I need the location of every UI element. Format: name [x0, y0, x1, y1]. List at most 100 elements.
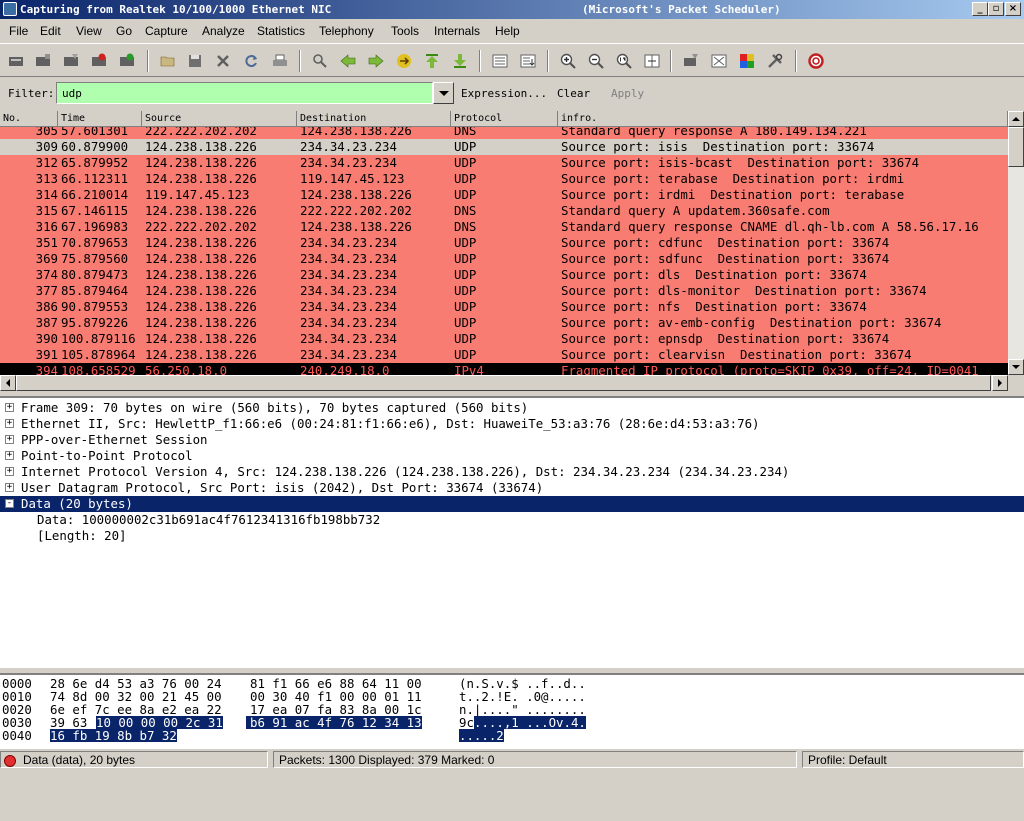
packet-list-horizontal-scrollbar[interactable]	[0, 375, 1008, 391]
colorize-icon[interactable]	[490, 51, 510, 71]
start-capture-icon[interactable]	[61, 51, 81, 71]
go-back-icon[interactable]	[338, 51, 358, 71]
menu-go[interactable]: Go	[116, 24, 132, 38]
zoom-out-icon[interactable]	[586, 51, 606, 71]
capture-filters-icon[interactable]	[681, 51, 701, 71]
packet-row[interactable]: 387 95.879226 124.238.138.226 234.34.23.234…	[0, 315, 1008, 331]
column-header-destination[interactable]: Destination	[297, 111, 451, 127]
minimize-button[interactable]: _	[972, 2, 988, 16]
wireshark-app-icon	[3, 2, 17, 16]
menu-capture[interactable]: Capture	[145, 24, 188, 38]
go-to-packet-icon[interactable]	[394, 51, 414, 71]
close-button[interactable]: ×	[1005, 2, 1021, 16]
packet-row[interactable]: 394 108.658529 56.250.18.0 240.249.18.0 IPv4…	[0, 363, 1008, 375]
menu-file[interactable]: File	[9, 24, 28, 38]
horizontal-scroll-thumb[interactable]	[16, 375, 991, 391]
menu-analyze[interactable]: Analyze	[202, 24, 245, 38]
capture-options-icon[interactable]	[33, 51, 53, 71]
expand-icon[interactable]: +	[5, 451, 14, 460]
packet-row[interactable]: 305 57.601301 222.222.202.202 124.238.138.2…	[0, 127, 1008, 139]
go-first-icon[interactable]	[422, 51, 442, 71]
detail-tree-node[interactable]: + Ethernet II, Src: HewlettP_f1:66:e6 (00…	[0, 416, 1024, 432]
expand-icon[interactable]: +	[5, 483, 14, 492]
go-last-icon[interactable]	[450, 51, 470, 71]
restart-capture-icon[interactable]	[117, 51, 137, 71]
menu-telephony[interactable]: Telephony	[319, 24, 374, 38]
menu-help[interactable]: Help	[495, 24, 520, 38]
scroll-right-button[interactable]	[992, 375, 1008, 391]
column-header-protocol[interactable]: Protocol	[451, 111, 558, 127]
help-icon[interactable]	[806, 51, 826, 71]
preferences-icon[interactable]	[765, 51, 785, 71]
expand-icon[interactable]: +	[5, 467, 14, 476]
menu-view[interactable]: View	[76, 24, 102, 38]
column-header-source[interactable]: Source	[142, 111, 297, 127]
detail-tree-node[interactable]: + PPP-over-Ethernet Session	[0, 432, 1024, 448]
detail-field[interactable]: Data: 100000002c31b691ac4f7612341316fb19…	[0, 512, 1024, 528]
scroll-down-button[interactable]	[1008, 359, 1024, 375]
packet-row[interactable]: 369 75.879560 124.238.138.226 234.34.23.234…	[0, 251, 1008, 267]
detail-tree-node[interactable]: + User Datagram Protocol, Src Port: isis …	[0, 480, 1024, 496]
packet-row[interactable]: 351 70.879653 124.238.138.226 234.34.23.234…	[0, 235, 1008, 251]
zoom-in-icon[interactable]	[558, 51, 578, 71]
save-file-icon[interactable]	[185, 51, 205, 71]
expert-info-icon[interactable]	[4, 755, 16, 767]
open-file-icon[interactable]	[158, 51, 178, 71]
print-icon[interactable]	[270, 51, 290, 71]
go-forward-icon[interactable]	[366, 51, 386, 71]
packet-row[interactable]: 391 105.878964 124.238.138.226 234.34.23.23…	[0, 347, 1008, 363]
expand-icon[interactable]: +	[5, 403, 14, 412]
packet-protocol: DNS	[454, 127, 477, 138]
interface-list-icon[interactable]	[6, 51, 26, 71]
packet-source: 124.238.138.226	[145, 347, 257, 362]
packet-list-vertical-scrollbar[interactable]	[1008, 111, 1024, 375]
find-packet-icon[interactable]	[310, 51, 330, 71]
menu-edit[interactable]: Edit	[40, 24, 61, 38]
resize-columns-icon[interactable]	[642, 51, 662, 71]
hex-row[interactable]: 0040 16 fb 19 8b b7 32 .....2	[0, 729, 1024, 742]
packet-row[interactable]: 312 65.879952 124.238.138.226 234.34.23.234…	[0, 155, 1008, 171]
scroll-up-button[interactable]	[1008, 111, 1024, 127]
expand-icon[interactable]: +	[5, 435, 14, 444]
menu-tools[interactable]: Tools	[391, 24, 419, 38]
column-header-time[interactable]: Time	[58, 111, 142, 127]
filter-input[interactable]: udp	[56, 82, 433, 104]
maximize-button[interactable]: ▫	[988, 2, 1004, 16]
packet-row[interactable]: 315 67.146115 124.238.138.226 222.222.202.2…	[0, 203, 1008, 219]
packet-row[interactable]: 316 67.196983 222.222.202.202 124.238.138.2…	[0, 219, 1008, 235]
collapse-icon[interactable]: -	[5, 499, 14, 508]
packet-row[interactable]: 314 66.210014 119.147.45.123 124.238.138.22…	[0, 187, 1008, 203]
packet-no: 390	[35, 331, 58, 346]
scroll-left-button[interactable]	[0, 375, 16, 391]
display-filters-icon[interactable]	[709, 51, 729, 71]
packet-no: 391	[35, 347, 58, 362]
packet-row[interactable]: 377 85.879464 124.238.138.226 234.34.23.234…	[0, 283, 1008, 299]
detail-tree-node[interactable]: + Point-to-Point Protocol	[0, 448, 1024, 464]
packet-row[interactable]: 390 100.879116 124.238.138.226 234.34.23.23…	[0, 331, 1008, 347]
status-profile[interactable]: Profile: Default	[802, 751, 1024, 768]
packet-row[interactable]: 313 66.112311 124.238.138.226 119.147.45.12…	[0, 171, 1008, 187]
expand-icon[interactable]: +	[5, 419, 14, 428]
column-header-no[interactable]: No.	[0, 111, 58, 127]
packet-row[interactable]: 386 90.879553 124.238.138.226 234.34.23.234…	[0, 299, 1008, 315]
clear-button[interactable]: Clear	[557, 87, 590, 100]
auto-scroll-icon[interactable]	[518, 51, 538, 71]
detail-tree-node[interactable]: - Data (20 bytes)	[0, 496, 1024, 512]
detail-field[interactable]: [Length: 20]	[0, 528, 1024, 544]
coloring-rules-icon[interactable]	[737, 51, 757, 71]
stop-capture-icon[interactable]	[89, 51, 109, 71]
menu-statistics[interactable]: Statistics	[257, 24, 305, 38]
filter-dropdown-button[interactable]	[433, 82, 454, 104]
detail-tree-node[interactable]: + Internet Protocol Version 4, Src: 124.2…	[0, 464, 1024, 480]
expression-button[interactable]: Expression...	[461, 87, 547, 100]
packet-row[interactable]: 309 60.879900 124.238.138.226 234.34.23.234…	[0, 139, 1008, 155]
close-file-icon[interactable]	[213, 51, 233, 71]
detail-tree-node[interactable]: + Frame 309: 70 bytes on wire (560 bits),…	[0, 400, 1024, 416]
packet-row[interactable]: 374 80.879473 124.238.138.226 234.34.23.234…	[0, 267, 1008, 283]
scroll-thumb[interactable]	[1008, 127, 1024, 167]
apply-button[interactable]: Apply	[611, 87, 644, 100]
normal-size-icon[interactable]	[614, 51, 634, 71]
reload-icon[interactable]	[241, 51, 261, 71]
column-header-info[interactable]: infro.	[558, 111, 1008, 127]
menu-internals[interactable]: Internals	[434, 24, 480, 38]
